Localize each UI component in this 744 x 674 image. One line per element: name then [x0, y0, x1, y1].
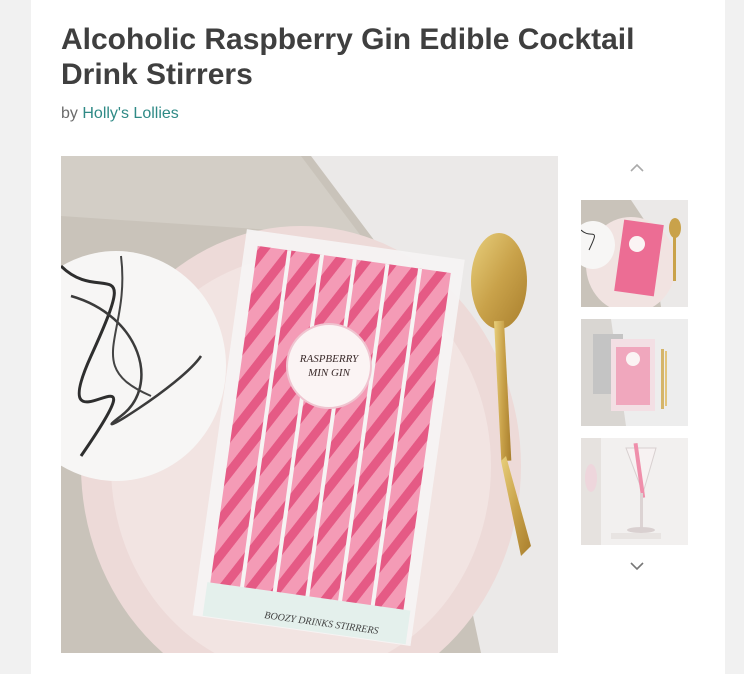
- label-line2: MIN GIN: [307, 367, 351, 379]
- product-photo: RASPBERRY MIN GIN BOOZY DRINKS STIRRERS: [61, 156, 558, 653]
- label-line1: RASPBERRY: [299, 353, 360, 365]
- thumbnail-1-image: [581, 200, 688, 307]
- product-card: Alcoholic Raspberry Gin Edible Cocktail …: [31, 0, 725, 674]
- thumbnail-3-image: [581, 438, 688, 545]
- main-product-image[interactable]: RASPBERRY MIN GIN BOOZY DRINKS STIRRERS: [61, 156, 558, 653]
- byline-prefix: by: [61, 105, 78, 122]
- chevron-down-icon: [630, 561, 644, 570]
- thumbnail-3[interactable]: [581, 438, 688, 545]
- byline: by Holly's Lollies: [61, 105, 179, 123]
- product-title: Alcoholic Raspberry Gin Edible Cocktail …: [61, 23, 635, 91]
- chevron-up-icon: [630, 163, 644, 172]
- gallery-up-button[interactable]: [625, 157, 649, 177]
- thumbnail-2[interactable]: [581, 319, 688, 426]
- thumbnail-1[interactable]: [581, 200, 688, 307]
- shop-link[interactable]: Holly's Lollies: [82, 105, 178, 122]
- gallery-down-button[interactable]: [625, 556, 649, 576]
- thumbnail-2-image: [581, 319, 688, 426]
